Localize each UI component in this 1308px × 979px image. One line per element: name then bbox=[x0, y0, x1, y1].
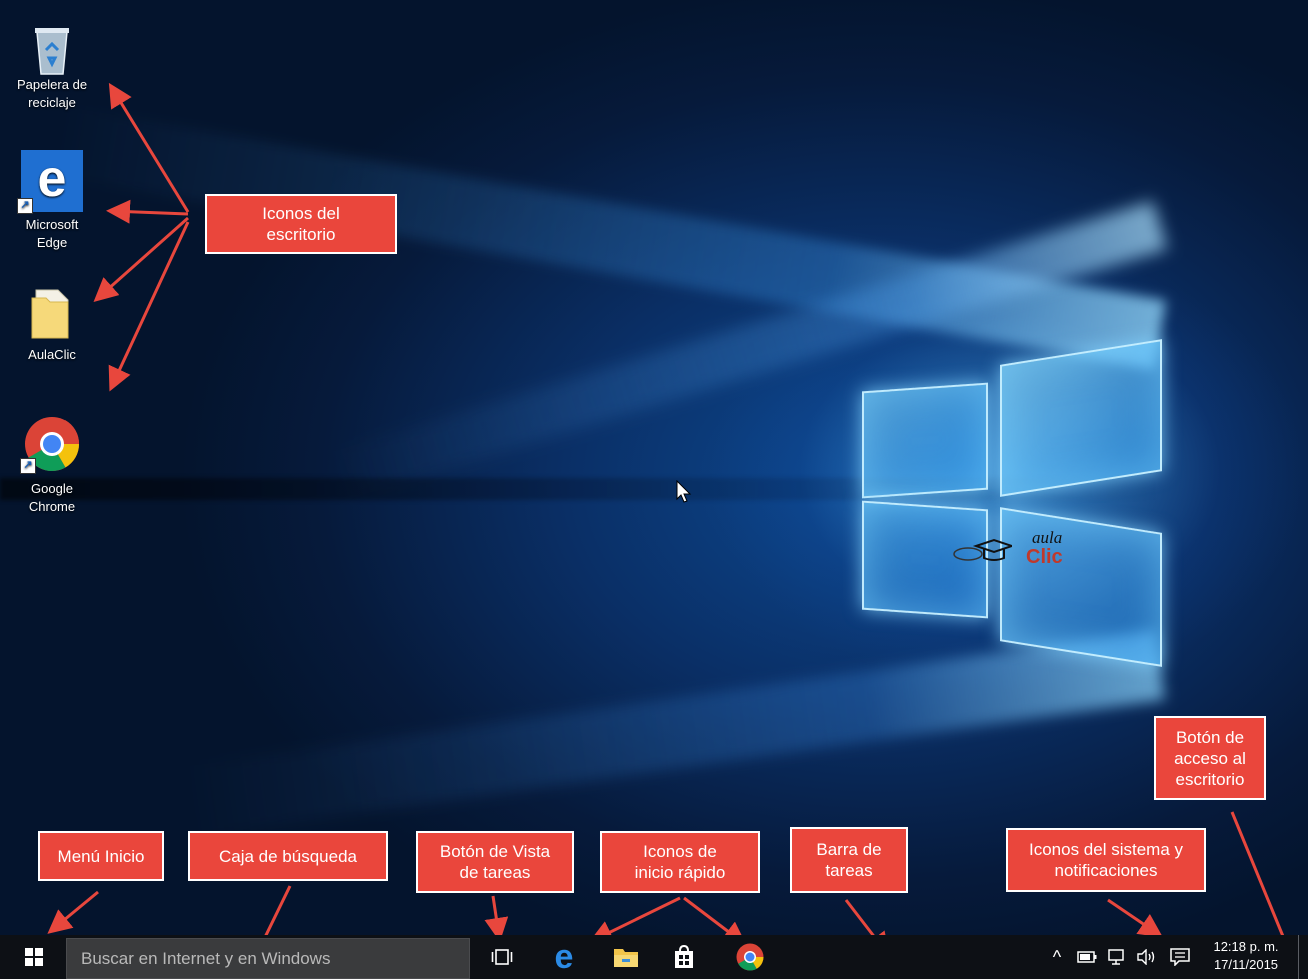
desktop-screen[interactable]: aula Clic Papelera de reciclaje e ↗ Micr… bbox=[0, 0, 1308, 979]
battery-tray-button[interactable] bbox=[1074, 935, 1100, 979]
chrome-icon bbox=[736, 943, 764, 971]
network-tray-button[interactable] bbox=[1104, 935, 1130, 979]
callout-text: Iconos de bbox=[643, 842, 717, 861]
callout-text: Botón de Vista bbox=[439, 842, 551, 861]
windows-logo-pane bbox=[862, 382, 988, 499]
callout-text: inicio rápido bbox=[634, 863, 726, 882]
windows-logo-icon bbox=[25, 948, 43, 966]
network-icon bbox=[1108, 949, 1124, 965]
callout-text: Iconos del sistema y bbox=[1028, 840, 1183, 859]
action-center-button[interactable] bbox=[1166, 935, 1194, 979]
callout-start-menu: Menú Inicio bbox=[38, 831, 164, 881]
callout-quick-launch: Iconos de inicio rápido bbox=[600, 831, 760, 893]
taskbar-chrome-button[interactable] bbox=[728, 935, 772, 979]
clock-date: 17/11/2015 bbox=[1213, 957, 1279, 972]
callout-text: tareas bbox=[825, 861, 873, 880]
desktop-icon-label: Papelera de bbox=[16, 77, 88, 92]
callout-text: de tareas bbox=[459, 863, 531, 882]
notifications-icon bbox=[1170, 948, 1190, 966]
callout-taskbar: Barra de tareas bbox=[790, 827, 908, 893]
edge-icon: e bbox=[554, 938, 574, 976]
desktop-icon-aulaclic-folder[interactable]: AulaClic bbox=[2, 286, 102, 364]
callout-system-icons: Iconos del sistema y notificaciones bbox=[1006, 828, 1206, 892]
callout-text: Barra de bbox=[816, 840, 882, 859]
taskbar-file-explorer-button[interactable] bbox=[604, 935, 648, 979]
chevron-up-icon: ^ bbox=[1052, 946, 1062, 967]
search-input[interactable] bbox=[66, 938, 470, 979]
desktop-icon-google-chrome[interactable]: ↗ Google Chrome bbox=[2, 416, 102, 516]
clock-time: 12:18 p. m. bbox=[1213, 939, 1279, 954]
desktop-icon-label: Chrome bbox=[28, 499, 76, 514]
edge-icon: e ↗ bbox=[17, 150, 83, 214]
task-view-icon bbox=[491, 949, 513, 965]
clock[interactable]: 12:18 p. m. 17/11/2015 bbox=[1206, 938, 1286, 974]
desktop-icon-label: Edge bbox=[36, 235, 68, 250]
taskbar-store-button[interactable] bbox=[662, 935, 706, 979]
desktop-icon-microsoft-edge[interactable]: e ↗ Microsoft Edge bbox=[2, 150, 102, 252]
shortcut-arrow-icon: ↗ bbox=[20, 458, 36, 474]
shortcut-arrow-icon: ↗ bbox=[17, 198, 33, 214]
taskbar[interactable]: e bbox=[0, 935, 1308, 979]
store-icon bbox=[675, 945, 693, 968]
callout-search-box: Caja de búsqueda bbox=[188, 831, 388, 881]
desktop-icon-label: Microsoft bbox=[25, 217, 79, 232]
callout-text: Menú Inicio bbox=[57, 846, 145, 866]
callout-show-desktop: Botón de acceso al escritorio bbox=[1154, 716, 1266, 800]
recycle-bin-icon bbox=[28, 22, 76, 75]
show-hidden-icons-button[interactable]: ^ bbox=[1046, 935, 1068, 979]
callout-text: Iconos del bbox=[262, 204, 340, 223]
watermark-line1: aula bbox=[1032, 528, 1063, 547]
task-view-button[interactable] bbox=[480, 935, 524, 979]
callout-text: escritorio bbox=[266, 225, 336, 244]
callout-text: escritorio bbox=[1175, 769, 1245, 789]
graduation-cap-icon bbox=[953, 538, 1012, 561]
volume-icon bbox=[1137, 949, 1155, 965]
callout-task-view: Botón de Vista de tareas bbox=[416, 831, 574, 893]
volume-tray-button[interactable] bbox=[1134, 935, 1162, 979]
desktop-icon-label: AulaClic bbox=[28, 347, 76, 362]
file-explorer-icon bbox=[614, 949, 638, 967]
desktop-icon-label: reciclaje bbox=[28, 95, 76, 110]
folder-icon bbox=[28, 286, 76, 340]
battery-icon bbox=[1077, 951, 1097, 963]
aulaclic-watermark: aula Clic bbox=[952, 528, 1082, 578]
callout-desktop-icons: Iconos del escritorio bbox=[205, 194, 397, 254]
callout-text: Caja de búsqueda bbox=[218, 846, 357, 866]
desktop-icon-recycle-bin[interactable]: Papelera de reciclaje bbox=[2, 22, 102, 112]
mouse-cursor-icon bbox=[676, 480, 692, 503]
watermark-line2: Clic bbox=[1026, 546, 1063, 568]
chrome-icon: ↗ bbox=[20, 416, 80, 474]
callout-text: acceso al bbox=[1174, 748, 1246, 768]
desktop-icon-label: Google bbox=[31, 481, 73, 496]
windows-logo-pane bbox=[1000, 339, 1162, 497]
start-button[interactable] bbox=[14, 935, 54, 979]
show-desktop-button[interactable] bbox=[1298, 935, 1308, 979]
callout-text: Botón de bbox=[1175, 727, 1245, 747]
taskbar-edge-button[interactable]: e bbox=[542, 935, 586, 979]
callout-text: notificaciones bbox=[1054, 861, 1158, 880]
